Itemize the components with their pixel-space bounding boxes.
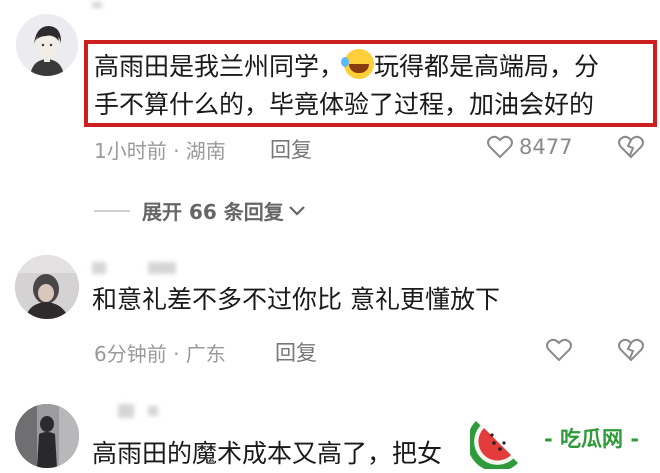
username-blur <box>92 2 102 8</box>
heart-icon <box>546 338 572 362</box>
watermark: - 吃瓜网 - <box>470 402 660 473</box>
broken-heart-icon <box>618 135 644 159</box>
laughing-tears-icon <box>341 49 375 79</box>
like-count: 8477 <box>519 135 573 159</box>
heart-icon <box>487 135 513 159</box>
reply-button[interactable]: 回复 <box>275 337 317 367</box>
comment-text: 高雨田是我兰州同学， 玩得都是高端局，分 手不算什么的，毕竟体验了过程，加油会好的 <box>94 48 599 124</box>
avatar[interactable] <box>15 404 79 468</box>
user-avatar-icon <box>16 14 78 76</box>
username-blur <box>92 262 106 274</box>
user-avatar-icon <box>15 404 79 468</box>
user-avatar-icon <box>15 255 79 319</box>
watermelon-logo-icon <box>470 420 518 469</box>
reply-button[interactable]: 回复 <box>270 134 312 164</box>
comment-text-part2: 玩得都是高端局，分 <box>374 52 600 81</box>
comment-text-line2: 手不算什么的，毕竟体验了过程，加油会好的 <box>94 90 595 119</box>
dislike-button[interactable] <box>618 338 644 362</box>
expand-replies-button[interactable]: 展开 66 条回复 <box>94 196 306 225</box>
username-blur <box>148 262 176 274</box>
comment-text: 和意礼差不多不过你比 意礼更懂放下 <box>92 285 500 314</box>
avatar[interactable] <box>15 255 79 319</box>
comment-meta: 6分钟前 · 广东 <box>94 342 226 366</box>
comment-meta: 1小时前 · 湖南 <box>94 139 226 163</box>
avatar[interactable] <box>16 14 78 76</box>
username-blur <box>148 406 158 416</box>
expand-replies-label: 展开 66 条回复 <box>142 200 284 224</box>
chevron-down-icon <box>288 205 305 216</box>
broken-heart-icon <box>618 338 644 362</box>
like-button[interactable]: 8477 <box>487 135 572 159</box>
comment-text-part1: 高雨田是我兰州同学， <box>94 52 345 81</box>
divider <box>94 209 130 212</box>
username-blur <box>118 404 134 418</box>
like-button[interactable] <box>546 338 572 362</box>
comment-text: 高雨田的魔术成本又高了，把女 <box>92 439 443 468</box>
dislike-button[interactable] <box>618 135 644 159</box>
watermark-text: - 吃瓜网 - <box>544 426 640 451</box>
